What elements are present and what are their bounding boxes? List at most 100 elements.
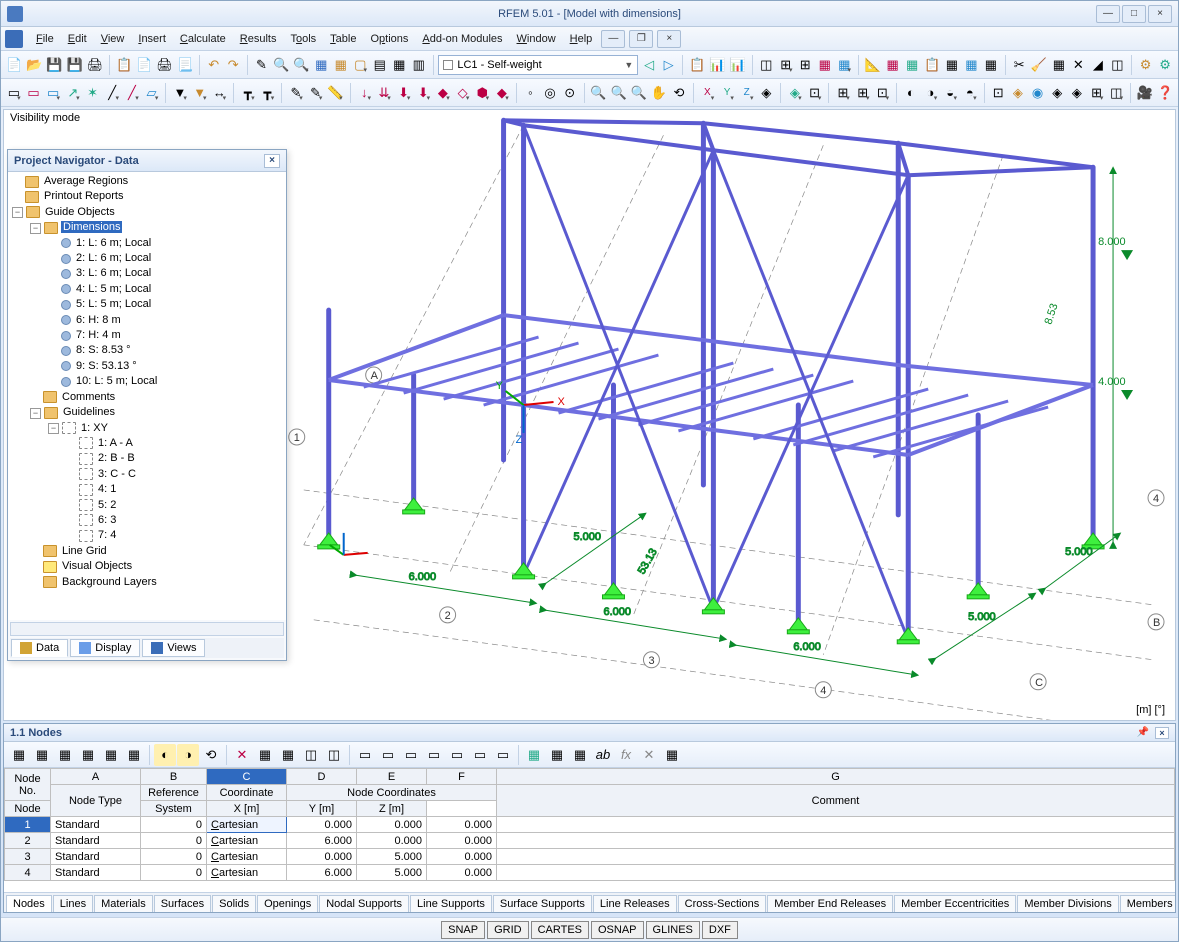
expand-icon[interactable]: − [48,423,59,434]
tree-dim-item[interactable]: 5: L: 5 m; Local [74,298,153,310]
cell-comment[interactable] [497,817,1175,833]
cell-y[interactable]: 0.000 [357,817,427,833]
g1-icon[interactable]: ⊞ [834,82,852,104]
status-toggle[interactable]: SNAP [441,921,485,939]
bt-21[interactable]: ▭ [492,744,514,766]
cell-z[interactable]: 0.000 [427,865,497,881]
bottom-tab[interactable]: Nodes [6,895,52,912]
bottom-tab[interactable]: Nodal Supports [319,895,409,912]
mem-icon[interactable]: ╱ [123,82,141,104]
sn2-icon[interactable]: ◎ [541,82,559,104]
redo-icon[interactable]: ↷ [224,54,242,76]
tree-gl-item[interactable]: 7: 4 [96,529,118,541]
bt-x[interactable]: ✕ [638,744,660,766]
color1-icon[interactable]: ▦ [816,54,834,76]
cell-cs[interactable]: Cartesian [207,833,287,849]
cell-comment[interactable] [497,865,1175,881]
navigator-header[interactable]: Project Navigator - Data × [8,150,286,172]
cell-ref[interactable]: 0 [141,817,207,833]
sup2-icon[interactable]: ▼ [191,82,209,104]
r4-icon[interactable]: ◓ [961,82,979,104]
tree-visual[interactable]: Visual Objects [60,560,134,572]
navigator-tree[interactable]: Average Regions Printout Reports −Guide … [8,172,286,620]
zoom-icon[interactable]: 🔍 [292,54,310,76]
row-number[interactable]: 4 [5,865,51,881]
menu-tools[interactable]: Tools [283,30,323,48]
bt-25[interactable]: ab [592,744,614,766]
tool3-icon[interactable]: ▦ [1050,54,1068,76]
h2-icon[interactable]: ❓ [1156,82,1174,104]
module3-icon[interactable]: ▦ [903,54,921,76]
bt-7[interactable]: ◐ [154,744,176,766]
tool1-icon[interactable]: ✂ [1010,54,1028,76]
status-toggle[interactable]: OSNAP [591,921,644,939]
bt-2[interactable]: ▦ [31,744,53,766]
menu-options[interactable]: Options [363,30,415,48]
bt-14[interactable]: ◫ [323,744,345,766]
vy-icon[interactable]: Y [718,82,736,104]
expand-icon[interactable]: − [30,223,41,234]
maximize-button[interactable]: □ [1122,5,1146,23]
module7-icon[interactable]: ▦ [982,54,1000,76]
load4-icon[interactable]: ⬇ [414,82,432,104]
cell-ref[interactable]: 0 [141,833,207,849]
cell-x[interactable]: 0.000 [287,817,357,833]
bt-16[interactable]: ▭ [377,744,399,766]
find-icon[interactable]: 🔍 [272,54,290,76]
bottom-close-icon[interactable]: × [1155,727,1169,739]
print2-icon[interactable]: 🖨 [155,54,174,76]
draw-icon[interactable]: ✎ [287,82,305,104]
menu-view[interactable]: View [94,30,132,48]
set2-icon[interactable]: ⚙ [1156,54,1174,76]
menu-edit[interactable]: Edit [61,30,94,48]
menu-help[interactable]: Help [563,30,600,48]
bottom-tab[interactable]: Surfaces [154,895,211,912]
row-number[interactable]: 1 [5,817,51,833]
lsup2-icon[interactable]: ┳ [259,82,277,104]
r1-icon[interactable]: ◐ [902,82,920,104]
menu-calculate[interactable]: Calculate [173,30,233,48]
paste-icon[interactable]: 📄 [135,54,153,76]
row-number[interactable]: 3 [5,849,51,865]
bt-15[interactable]: ▭ [354,744,376,766]
tree-linegrid[interactable]: Line Grid [60,545,109,557]
r3-icon[interactable]: ◒ [941,82,959,104]
row-number[interactable]: 2 [5,833,51,849]
navigator-close-icon[interactable]: × [264,154,280,168]
doc-icon[interactable]: 📃 [176,54,194,76]
loadcase-combo[interactable]: LC1 - Self-weight ▼ [438,55,638,75]
menu-addon[interactable]: Add-on Modules [415,30,509,48]
tile-icon[interactable]: ▦ [391,54,409,76]
d6-icon[interactable]: ⊞ [1088,82,1106,104]
load3-icon[interactable]: ⬇ [395,82,413,104]
bt-22[interactable]: ▦ [523,744,545,766]
zoomp-icon[interactable]: 🔍 [630,82,648,104]
tree-gl-item[interactable]: 1: A - A [96,437,135,449]
copy-icon[interactable]: 📋 [115,54,133,76]
sel2-icon[interactable]: ▭ [44,82,62,104]
bt-6[interactable]: ▦ [123,744,145,766]
color2-icon[interactable]: ▦ [835,54,853,76]
bt-19[interactable]: ▭ [446,744,468,766]
lsup-icon[interactable]: ┳ [239,82,257,104]
nav-tab-display[interactable]: Display [70,639,140,657]
sn3-icon[interactable]: ⊙ [561,82,579,104]
cell-type[interactable]: Standard [51,817,141,833]
bottom-tab[interactable]: Cross-Sections [678,895,767,912]
tree-dim-item[interactable]: 9: S: 53.13 ° [74,360,139,372]
bt-13[interactable]: ◫ [300,744,322,766]
surf-icon[interactable]: ▱ [143,82,161,104]
expand-icon[interactable]: − [30,408,41,419]
bt-10[interactable]: ✕ [231,744,253,766]
bottom-tab[interactable]: Line Supports [410,895,492,912]
h1-icon[interactable]: 🎥 [1136,82,1154,104]
tree-dim-item[interactable]: 10: L: 5 m; Local [74,375,159,387]
vz-icon[interactable]: Z [738,82,756,104]
saveall-icon[interactable]: 💾 [66,54,84,76]
bt-23[interactable]: ▦ [546,744,568,766]
v1-icon[interactable]: ◈ [786,82,804,104]
d7-icon[interactable]: ◫ [1107,82,1125,104]
status-toggle[interactable]: DXF [702,921,738,939]
cell-cs[interactable]: Cartesian [207,817,287,833]
res2-icon[interactable]: 📊 [729,54,747,76]
